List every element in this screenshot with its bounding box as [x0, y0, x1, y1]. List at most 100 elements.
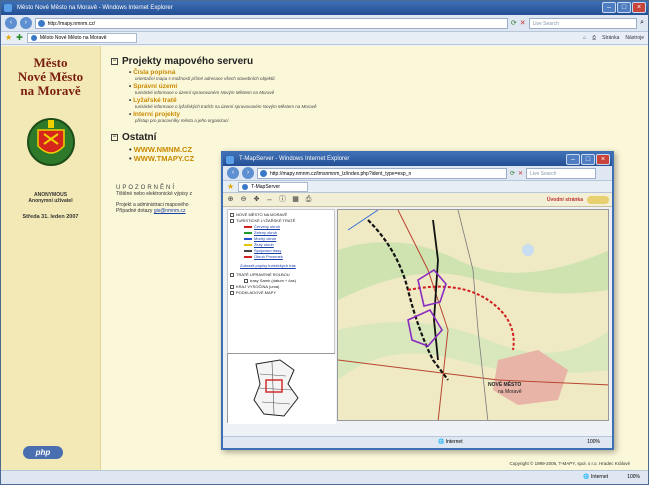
- popup-status-zone: 🌐 Internet: [438, 439, 463, 445]
- layer-swatch: [244, 249, 252, 252]
- popup-minimize-button[interactable]: –: [566, 154, 580, 165]
- layer-link[interactable]: Červený okruh: [254, 224, 280, 229]
- stop-icon[interactable]: ✕: [520, 19, 526, 27]
- user-info: ANONYMOUS Anonymní uživatel: [1, 192, 100, 204]
- print-icon[interactable]: ⎙: [592, 35, 596, 41]
- map-label-sub: na Moravě: [498, 389, 522, 395]
- popup-search-input[interactable]: Live Search: [526, 167, 597, 179]
- tab-page-icon: [30, 35, 37, 41]
- pan-icon[interactable]: ✥: [252, 195, 261, 204]
- layer-item[interactable]: PODKLADOVÉ MAPY: [230, 290, 332, 296]
- title-bar: Město Nové Město na Moravě - Windows Int…: [1, 1, 648, 15]
- popup-close-button[interactable]: ×: [596, 154, 610, 165]
- zoom-in-icon[interactable]: ⊕: [226, 195, 235, 204]
- stop-icon[interactable]: ✕: [518, 170, 523, 177]
- tools-menu[interactable]: Nástroje: [625, 35, 644, 41]
- layer-descriptions-link[interactable]: Zobrazit popisy turistických tras: [240, 263, 296, 268]
- search-input[interactable]: Live Search: [528, 17, 638, 29]
- forward-icon[interactable]: ›: [242, 167, 254, 179]
- browser-window: Město Nové Město na Moravě - Windows Int…: [0, 0, 649, 485]
- minimize-button[interactable]: –: [602, 2, 616, 13]
- print-icon[interactable]: ⎙: [304, 195, 313, 204]
- address-bar-row: ‹ › http://mapy.nmnm.cz/ ⟳ ✕ Live Search…: [1, 15, 648, 32]
- search-placeholder: Live Search: [532, 20, 560, 27]
- city-coat-of-arms: [26, 114, 76, 170]
- layers-icon[interactable]: ▦: [291, 195, 300, 204]
- forward-icon[interactable]: ›: [19, 17, 32, 29]
- tab-page-icon: [242, 183, 249, 190]
- zoom-level[interactable]: 100%: [627, 471, 640, 484]
- layer-link[interactable]: Žlutý okruh: [254, 242, 274, 247]
- popup-tab-label: T-MapServer: [251, 183, 281, 190]
- map-label-city: NOVÉ MĚSTO: [488, 382, 522, 388]
- project-link[interactable]: Správní území: [129, 83, 631, 90]
- popup-status-bar: 🌐 Internet 100%: [223, 436, 612, 448]
- layer-checkbox[interactable]: [230, 272, 234, 277]
- refresh-icon[interactable]: ⟳: [510, 170, 515, 177]
- popup-tab[interactable]: T-MapServer: [238, 181, 309, 192]
- notice-email-link[interactable]: gis@nmnm.cz: [154, 208, 186, 214]
- layer-checkbox[interactable]: [230, 218, 234, 223]
- section-projects-title: − Projekty mapového serveru: [111, 56, 631, 67]
- layer-label: PODKLADOVÉ MAPY: [236, 290, 277, 295]
- layer-link[interactable]: Zelený okruh: [254, 230, 277, 235]
- main-content: − Projekty mapového serveru Čísla popisn…: [111, 56, 631, 163]
- popup-zoom-level[interactable]: 100%: [587, 437, 600, 448]
- address-input[interactable]: http://mapy.nmnm.cz/: [34, 17, 508, 29]
- identify-icon[interactable]: ⓘ: [278, 195, 287, 204]
- search-icon[interactable]: ⌕: [640, 19, 644, 27]
- popup-maximize-button[interactable]: □: [581, 154, 595, 165]
- current-date: Středa 31. leden 2007: [22, 214, 79, 220]
- list-item: Správní území turistické informace o úze…: [129, 83, 631, 96]
- notice-line-1: Tištěné nebo elektronické výpisy z: [116, 191, 192, 197]
- popup-address-input[interactable]: http://mapy.nmnm.cz/tmsnmnm_lz/index.php…: [257, 167, 507, 179]
- collapse-icon[interactable]: −: [111, 58, 118, 65]
- notice-line-3: Případné dotazy gis@nmnm.cz: [116, 208, 226, 214]
- collapse-icon[interactable]: −: [111, 134, 118, 141]
- overview-map[interactable]: [227, 353, 336, 424]
- tmapserver-logo: [587, 195, 609, 204]
- maximize-button[interactable]: □: [617, 2, 631, 13]
- section-projects-label: Projekty mapového serveru: [122, 56, 254, 67]
- home-icon[interactable]: ⌂: [583, 35, 586, 41]
- popup-tab-row: ★ T-MapServer: [223, 181, 612, 193]
- map-view[interactable]: NOVÉ MĚSTO na Moravě: [337, 209, 609, 421]
- home-page-link[interactable]: Úvodní stránka: [547, 197, 583, 203]
- close-button[interactable]: ×: [632, 2, 646, 13]
- layer-checkbox[interactable]: [230, 290, 234, 295]
- list-item: Čísla popisná orientační mapa s možností…: [129, 69, 631, 82]
- notice-line-3-text: Případné dotazy: [116, 208, 153, 214]
- layer-checkbox[interactable]: [244, 278, 248, 283]
- layer-item[interactable]: Zobrazit popisy turistických tras: [230, 263, 332, 269]
- back-icon[interactable]: ‹: [5, 17, 17, 29]
- layer-link[interactable]: Okruh Prosenek: [254, 254, 283, 259]
- tab-main[interactable]: Město Nové Město na Moravě: [26, 33, 137, 43]
- project-link[interactable]: Interní projekty: [129, 111, 631, 118]
- layer-link[interactable]: Modrý okruh: [254, 236, 276, 241]
- layer-checkbox[interactable]: [230, 284, 234, 289]
- project-link[interactable]: Čísla popisná: [129, 69, 631, 76]
- project-desc: přístup pro pracovníky města a jeho orga…: [135, 118, 229, 123]
- list-item: Interní projekty přístup pro pracovníky …: [129, 111, 631, 124]
- section-other-label: Ostatní: [122, 132, 157, 143]
- status-zone: 🌐 Internet: [583, 474, 608, 480]
- favorites-star-icon[interactable]: ★: [5, 34, 12, 42]
- refresh-icon[interactable]: ⟳: [511, 19, 517, 27]
- favorites-star-icon[interactable]: ★: [227, 182, 234, 191]
- zoom-out-icon[interactable]: ⊖: [239, 195, 248, 204]
- page-icon: [37, 19, 45, 27]
- layer-label: KRAJ VYSOČINA (uma): [236, 284, 280, 289]
- window-title: Město Nové Město na Moravě - Windows Int…: [17, 5, 173, 11]
- back-icon[interactable]: ‹: [227, 167, 239, 179]
- project-link[interactable]: Lyžařské tratě: [129, 97, 631, 104]
- layer-item[interactable]: Okruh Prosenek: [230, 254, 332, 260]
- layer-checkbox[interactable]: [230, 212, 234, 217]
- add-favorites-icon[interactable]: ✚: [16, 34, 23, 42]
- page-menu[interactable]: Stránka: [602, 35, 619, 41]
- php-logo: php: [23, 446, 63, 459]
- status-bar: 🌐 Internet 100%: [1, 470, 648, 484]
- layer-link[interactable]: Spojovací trasy: [254, 248, 281, 253]
- layer-label: TRATĚ UPRAVENÉ ROLBOU: [236, 272, 290, 277]
- measure-icon[interactable]: ↔: [265, 195, 274, 204]
- layer-swatch: [244, 225, 252, 228]
